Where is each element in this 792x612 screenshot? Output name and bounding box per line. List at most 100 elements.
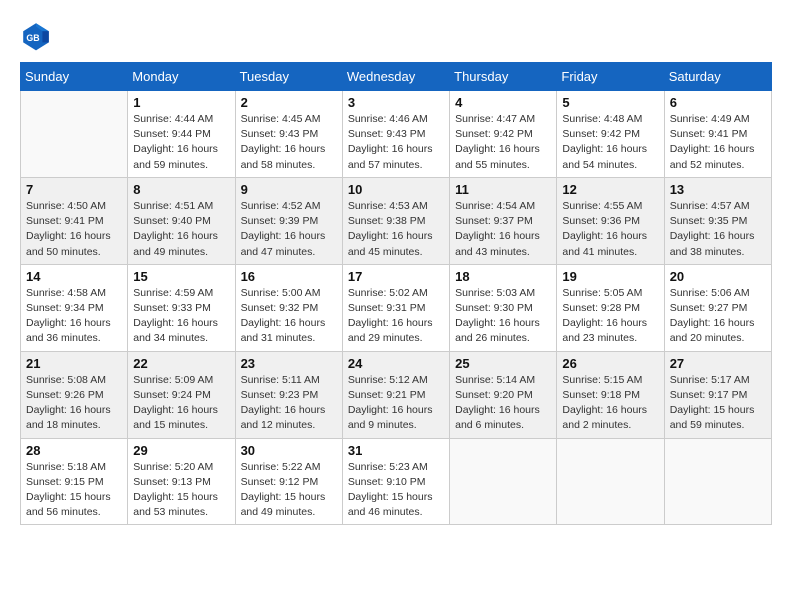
calendar-header-row: SundayMondayTuesdayWednesdayThursdayFrid… [21,63,772,91]
day-info: Sunrise: 4:46 AM Sunset: 9:43 PM Dayligh… [348,112,444,173]
weekday-header-monday: Monday [128,63,235,91]
calendar-cell [557,438,664,525]
day-info: Sunrise: 5:11 AM Sunset: 9:23 PM Dayligh… [241,373,337,434]
calendar-cell: 11 Sunrise: 4:54 AM Sunset: 9:37 PM Dayli… [450,177,557,264]
day-number: 25 [455,356,551,371]
day-number: 16 [241,269,337,284]
day-info: Sunrise: 5:06 AM Sunset: 9:27 PM Dayligh… [670,286,766,347]
calendar-cell: 18 Sunrise: 5:03 AM Sunset: 9:30 PM Dayli… [450,264,557,351]
calendar-week-2: 7Sunrise: 4:50 AM Sunset: 9:41 PM Daylig… [21,177,772,264]
calendar-week-1: 1Sunrise: 4:44 AM Sunset: 9:44 PM Daylig… [21,91,772,178]
day-info: Sunrise: 4:57 AM Sunset: 9:35 PM Dayligh… [670,199,766,260]
calendar-cell: 3 Sunrise: 4:46 AM Sunset: 9:43 PM Daylig… [342,91,449,178]
calendar-cell: 7Sunrise: 4:50 AM Sunset: 9:41 PM Daylig… [21,177,128,264]
day-number: 14 [26,269,122,284]
calendar-cell: 20 Sunrise: 5:06 AM Sunset: 9:27 PM Dayli… [664,264,771,351]
calendar-cell: 10 Sunrise: 4:53 AM Sunset: 9:38 PM Dayli… [342,177,449,264]
day-info: Sunrise: 4:45 AM Sunset: 9:43 PM Dayligh… [241,112,337,173]
day-info: Sunrise: 4:52 AM Sunset: 9:39 PM Dayligh… [241,199,337,260]
logo: GB [20,20,56,52]
calendar-cell: 4 Sunrise: 4:47 AM Sunset: 9:42 PM Daylig… [450,91,557,178]
day-info: Sunrise: 5:23 AM Sunset: 9:10 PM Dayligh… [348,460,444,521]
day-info: Sunrise: 4:48 AM Sunset: 9:42 PM Dayligh… [562,112,658,173]
day-info: Sunrise: 5:05 AM Sunset: 9:28 PM Dayligh… [562,286,658,347]
calendar-week-4: 21 Sunrise: 5:08 AM Sunset: 9:26 PM Dayli… [21,351,772,438]
day-info: Sunrise: 4:49 AM Sunset: 9:41 PM Dayligh… [670,112,766,173]
day-number: 29 [133,443,229,458]
weekday-header-saturday: Saturday [664,63,771,91]
day-number: 4 [455,95,551,110]
calendar-cell [450,438,557,525]
day-info: Sunrise: 4:47 AM Sunset: 9:42 PM Dayligh… [455,112,551,173]
calendar-week-5: 28 Sunrise: 5:18 AM Sunset: 9:15 PM Dayli… [21,438,772,525]
day-number: 19 [562,269,658,284]
svg-text:GB: GB [26,33,39,43]
calendar-cell: 5Sunrise: 4:48 AM Sunset: 9:42 PM Daylig… [557,91,664,178]
day-number: 22 [133,356,229,371]
day-number: 31 [348,443,444,458]
day-info: Sunrise: 5:12 AM Sunset: 9:21 PM Dayligh… [348,373,444,434]
calendar-week-3: 14 Sunrise: 4:58 AM Sunset: 9:34 PM Dayli… [21,264,772,351]
day-info: Sunrise: 5:02 AM Sunset: 9:31 PM Dayligh… [348,286,444,347]
day-number: 26 [562,356,658,371]
day-number: 3 [348,95,444,110]
calendar-cell: 16 Sunrise: 5:00 AM Sunset: 9:32 PM Dayli… [235,264,342,351]
day-info: Sunrise: 4:58 AM Sunset: 9:34 PM Dayligh… [26,286,122,347]
day-number: 24 [348,356,444,371]
calendar-cell: 28 Sunrise: 5:18 AM Sunset: 9:15 PM Dayli… [21,438,128,525]
day-info: Sunrise: 4:54 AM Sunset: 9:37 PM Dayligh… [455,199,551,260]
calendar-cell: 2 Sunrise: 4:45 AM Sunset: 9:43 PM Daylig… [235,91,342,178]
calendar-cell: 22 Sunrise: 5:09 AM Sunset: 9:24 PM Dayli… [128,351,235,438]
calendar-cell: 25 Sunrise: 5:14 AM Sunset: 9:20 PM Dayli… [450,351,557,438]
calendar-cell: 29 Sunrise: 5:20 AM Sunset: 9:13 PM Dayli… [128,438,235,525]
day-info: Sunrise: 5:20 AM Sunset: 9:13 PM Dayligh… [133,460,229,521]
day-number: 1 [133,95,229,110]
calendar-cell: 8 Sunrise: 4:51 AM Sunset: 9:40 PM Daylig… [128,177,235,264]
day-number: 27 [670,356,766,371]
calendar-cell: 23Sunrise: 5:11 AM Sunset: 9:23 PM Dayli… [235,351,342,438]
weekday-header-sunday: Sunday [21,63,128,91]
day-number: 18 [455,269,551,284]
calendar-cell: 12 Sunrise: 4:55 AM Sunset: 9:36 PM Dayli… [557,177,664,264]
calendar-cell: 30Sunrise: 5:22 AM Sunset: 9:12 PM Dayli… [235,438,342,525]
day-number: 17 [348,269,444,284]
calendar-cell: 15Sunrise: 4:59 AM Sunset: 9:33 PM Dayli… [128,264,235,351]
calendar-cell: 26 Sunrise: 5:15 AM Sunset: 9:18 PM Dayli… [557,351,664,438]
calendar-cell [664,438,771,525]
weekday-header-thursday: Thursday [450,63,557,91]
day-number: 21 [26,356,122,371]
day-number: 7 [26,182,122,197]
day-info: Sunrise: 5:08 AM Sunset: 9:26 PM Dayligh… [26,373,122,434]
calendar-cell: 27 Sunrise: 5:17 AM Sunset: 9:17 PM Dayli… [664,351,771,438]
calendar-cell: 24 Sunrise: 5:12 AM Sunset: 9:21 PM Dayli… [342,351,449,438]
day-number: 6 [670,95,766,110]
day-info: Sunrise: 5:17 AM Sunset: 9:17 PM Dayligh… [670,373,766,434]
weekday-header-friday: Friday [557,63,664,91]
day-info: Sunrise: 4:55 AM Sunset: 9:36 PM Dayligh… [562,199,658,260]
day-info: Sunrise: 5:00 AM Sunset: 9:32 PM Dayligh… [241,286,337,347]
day-number: 28 [26,443,122,458]
calendar-cell [21,91,128,178]
calendar-cell: 1Sunrise: 4:44 AM Sunset: 9:44 PM Daylig… [128,91,235,178]
day-number: 11 [455,182,551,197]
day-number: 8 [133,182,229,197]
day-info: Sunrise: 4:51 AM Sunset: 9:40 PM Dayligh… [133,199,229,260]
weekday-header-tuesday: Tuesday [235,63,342,91]
day-number: 20 [670,269,766,284]
day-number: 2 [241,95,337,110]
day-info: Sunrise: 4:59 AM Sunset: 9:33 PM Dayligh… [133,286,229,347]
day-info: Sunrise: 5:09 AM Sunset: 9:24 PM Dayligh… [133,373,229,434]
page-header: GB [20,20,772,52]
day-info: Sunrise: 5:18 AM Sunset: 9:15 PM Dayligh… [26,460,122,521]
calendar-cell: 19 Sunrise: 5:05 AM Sunset: 9:28 PM Dayli… [557,264,664,351]
calendar-table: SundayMondayTuesdayWednesdayThursdayFrid… [20,62,772,525]
day-number: 10 [348,182,444,197]
calendar-cell: 21 Sunrise: 5:08 AM Sunset: 9:26 PM Dayli… [21,351,128,438]
calendar-cell: 13Sunrise: 4:57 AM Sunset: 9:35 PM Dayli… [664,177,771,264]
day-number: 12 [562,182,658,197]
day-info: Sunrise: 5:15 AM Sunset: 9:18 PM Dayligh… [562,373,658,434]
day-info: Sunrise: 4:53 AM Sunset: 9:38 PM Dayligh… [348,199,444,260]
day-info: Sunrise: 5:03 AM Sunset: 9:30 PM Dayligh… [455,286,551,347]
calendar-cell: 6 Sunrise: 4:49 AM Sunset: 9:41 PM Daylig… [664,91,771,178]
day-info: Sunrise: 5:14 AM Sunset: 9:20 PM Dayligh… [455,373,551,434]
